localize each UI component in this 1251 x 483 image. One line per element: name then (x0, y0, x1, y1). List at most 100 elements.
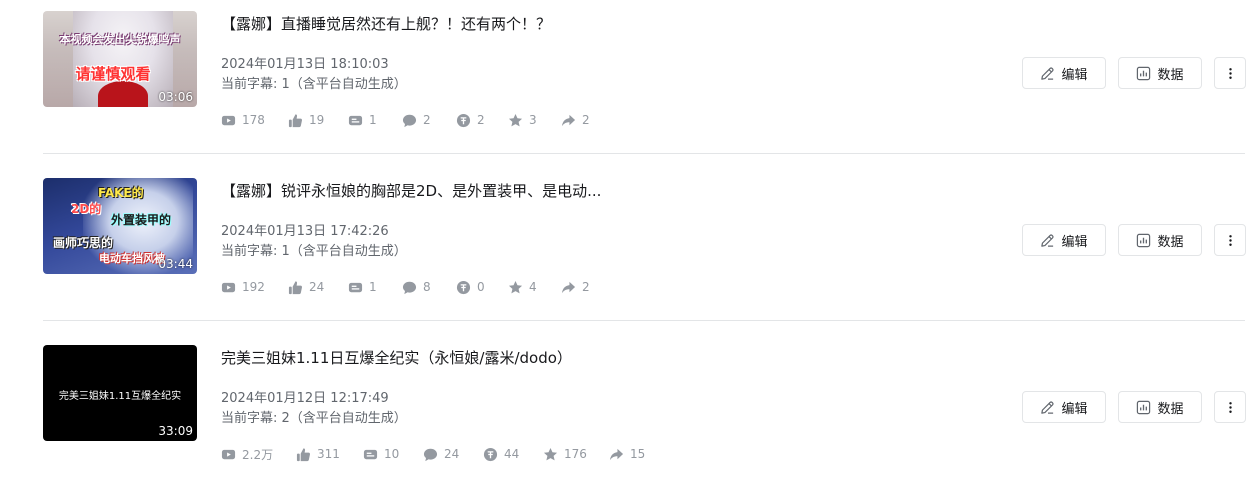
stat-favorites: 4 (508, 278, 537, 296)
thumbnail-caption: FAKE的 (98, 186, 144, 200)
edit-button-label: 编辑 (1061, 67, 1088, 83)
stat-comments: 8 (402, 278, 431, 296)
video-title[interactable]: 完美三姐妹1.11日互爆全纪实（永恒娘/露米/dodo） (221, 347, 572, 368)
subtitle-count: 当前字幕: 1（含平台自动生成） (221, 244, 407, 259)
more-options-button[interactable] (1214, 57, 1246, 89)
danmaku-icon (348, 115, 363, 125)
more-vertical-icon (1228, 67, 1232, 79)
stat-value: 2.2万 (242, 447, 274, 462)
stat-value: 0 (477, 280, 485, 294)
stat-shares: 2 (561, 111, 590, 129)
stat-value: 311 (317, 447, 340, 461)
video-title[interactable]: 【露娜】直播睡觉居然还有上舰？！还有两个！？ (221, 13, 551, 34)
more-options-button[interactable] (1214, 224, 1246, 256)
star-icon (508, 113, 523, 126)
video-row: 完美三姐妹1.11互爆全纪实 33:09 完美三姐妹1.11日互爆全纪实（永恒娘… (0, 334, 1251, 483)
edit-button-label: 编辑 (1061, 401, 1088, 417)
thumb-up-icon (296, 447, 311, 461)
stat-favorites: 176 (543, 445, 587, 463)
pencil-icon (1041, 400, 1055, 414)
stat-value: 24 (309, 280, 325, 294)
video-duration: 33:09 (158, 424, 193, 438)
video-title[interactable]: 【露娜】锐评永恒娘的胸部是2D、是外置装甲、是电动... (221, 180, 601, 201)
comment-icon (402, 114, 417, 127)
video-row: 本视频会发出尖锐爆鸣声 请谨慎观看 03:06 【露娜】直播睡觉居然还有上舰？！… (0, 0, 1251, 167)
bar-chart-icon (1137, 400, 1151, 414)
data-button-label: 数据 (1157, 67, 1184, 83)
star-icon (543, 447, 558, 460)
stat-value: 3 (529, 113, 537, 127)
stat-danmaku: 1 (348, 111, 377, 129)
thumbnail-caption: 完美三姐妹1.11互爆全纪实 (58, 391, 182, 402)
stat-coins: 44 (483, 445, 519, 463)
more-vertical-icon (1228, 234, 1232, 246)
edit-button-label: 编辑 (1061, 234, 1088, 250)
stat-value: 2 (582, 113, 590, 127)
stat-value: 10 (384, 447, 400, 461)
video-duration: 03:06 (158, 90, 193, 104)
stat-favorites: 3 (508, 111, 537, 129)
edit-button[interactable]: 编辑 (1022, 57, 1106, 89)
stat-shares: 15 (609, 445, 645, 463)
share-icon (561, 114, 576, 126)
publish-date: 2024年01月13日 17:42:26 (221, 224, 389, 239)
stat-value: 2 (423, 113, 431, 127)
stat-value: 4 (529, 280, 537, 294)
stat-coins: 2 (456, 111, 485, 129)
stat-danmaku: 1 (348, 278, 377, 296)
stat-shares: 2 (561, 278, 590, 296)
stat-value: 1 (369, 280, 377, 294)
stat-likes: 19 (288, 111, 324, 129)
share-icon (561, 281, 576, 293)
publish-date: 2024年01月13日 18:10:03 (221, 57, 389, 72)
publish-date: 2024年01月12日 12:17:49 (221, 391, 389, 406)
thumb-up-icon (288, 113, 303, 127)
thumbnail-caption: 2D的 (71, 202, 102, 216)
thumbnail-caption: 电动车挡风被 (99, 252, 165, 265)
data-button[interactable]: 数据 (1118, 57, 1202, 89)
subtitle-count: 当前字幕: 1（含平台自动生成） (221, 77, 407, 92)
data-button[interactable]: 数据 (1118, 391, 1202, 423)
stat-value: 192 (242, 280, 265, 294)
coin-icon (456, 113, 471, 127)
subtitle-count: 当前字幕: 2（含平台自动生成） (221, 411, 407, 426)
more-vertical-icon (1228, 401, 1232, 413)
pencil-icon (1041, 233, 1055, 247)
video-thumbnail[interactable]: FAKE的 2D的 外置装甲的 画师巧思的 电动车挡风被 03:44 (43, 178, 197, 274)
row-divider (43, 320, 1245, 321)
row-divider (43, 153, 1245, 154)
thumbnail-caption: 外置装甲的 (111, 213, 172, 227)
danmaku-icon (363, 449, 378, 459)
stat-value: 19 (309, 113, 325, 127)
stat-value: 2 (477, 113, 485, 127)
video-thumbnail[interactable]: 完美三姐妹1.11互爆全纪实 33:09 (43, 345, 197, 441)
coin-icon (483, 447, 498, 461)
more-options-button[interactable] (1214, 391, 1246, 423)
data-button-label: 数据 (1157, 401, 1184, 417)
play-count-icon (221, 449, 236, 459)
play-count-icon (221, 115, 236, 125)
stat-value: 15 (630, 447, 646, 461)
video-duration: 03:44 (158, 257, 193, 271)
danmaku-icon (348, 282, 363, 292)
video-thumbnail[interactable]: 本视频会发出尖锐爆鸣声 请谨慎观看 03:06 (43, 11, 197, 107)
thumbnail-caption: 本视频会发出尖锐爆鸣声 (59, 33, 181, 46)
play-count-icon (221, 282, 236, 292)
pencil-icon (1041, 66, 1055, 80)
data-button[interactable]: 数据 (1118, 224, 1202, 256)
stat-value: 44 (504, 447, 520, 461)
bar-chart-icon (1137, 233, 1151, 247)
thumbnail-caption: 画师巧思的 (53, 236, 114, 250)
stat-value: 2 (582, 280, 590, 294)
stat-plays: 2.2万 (221, 445, 273, 463)
coin-icon (456, 280, 471, 294)
comment-icon (402, 281, 417, 294)
stat-likes: 311 (296, 445, 340, 463)
data-button-label: 数据 (1157, 234, 1184, 250)
edit-button[interactable]: 编辑 (1022, 391, 1106, 423)
stat-value: 1 (369, 113, 377, 127)
stat-coins: 0 (456, 278, 485, 296)
stat-plays: 192 (221, 278, 265, 296)
edit-button[interactable]: 编辑 (1022, 224, 1106, 256)
stat-danmaku: 10 (363, 445, 399, 463)
